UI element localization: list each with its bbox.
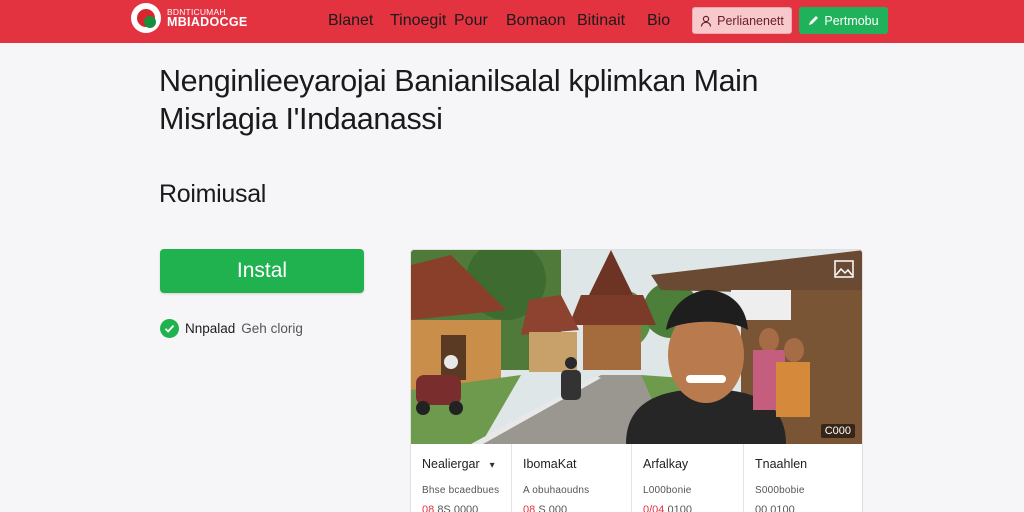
user-icon <box>701 15 712 27</box>
detail-subtext: L000bonie <box>643 485 692 496</box>
verified-subtext: Geh clorig <box>241 320 303 336</box>
login-button[interactable]: Perlianenett <box>692 7 792 34</box>
register-button[interactable]: Pertmobu <box>799 7 888 34</box>
install-button[interactable]: Instal <box>160 249 364 293</box>
detail-label: Nealiergar ▾ <box>422 457 495 471</box>
page-title-line-2: Misrlagia I'Indaanassi <box>159 102 443 136</box>
detail-subtext: A obuhaoudns <box>523 485 590 496</box>
image-icon[interactable] <box>834 260 854 278</box>
detail-column-2[interactable]: IbomaKat A obuhaoudns 08 S 000 <box>511 444 631 512</box>
top-nav-bar: BDNTICUMAH MBIADOCGE Blanet Tinoegit Pou… <box>0 0 1024 43</box>
detail-value: 08 8S 0000 <box>422 504 479 512</box>
verified-status: Nnpalad Geh clorig <box>160 318 303 338</box>
register-label: Pertmobu <box>824 13 879 28</box>
nav-link-6[interactable]: Bio <box>647 12 670 30</box>
detail-column-1[interactable]: Nealiergar ▾ Bhse bcaedbues 08 8S 0000 <box>411 444 511 512</box>
check-circle-icon <box>160 318 179 338</box>
chevron-down-icon[interactable]: ▾ <box>490 460 495 471</box>
detail-label: Arfalkay <box>643 457 689 471</box>
photo-count-badge: C000 <box>820 424 855 438</box>
logo-name: MBIADOCGE <box>167 15 248 29</box>
brand-logo[interactable]: BDNTICUMAH MBIADOCGE <box>131 3 247 33</box>
section-title: Roimiusal <box>159 180 267 208</box>
village-photo[interactable]: C000 <box>411 250 862 444</box>
detail-subtext: S000bobie <box>755 485 805 496</box>
login-label: Perlianenett <box>717 13 784 28</box>
listing-card: C000 Nealiergar ▾ Bhse bcaedbues 08 8S 00… <box>410 249 863 512</box>
nav-link-1[interactable]: Blanet <box>328 12 373 30</box>
page-title-line-1: Nenginlieeyarojai Banianilsalal kplimkan… <box>159 64 759 98</box>
nav-link-4[interactable]: Bomaon <box>506 12 566 30</box>
nav-link-2[interactable]: Tinoegit <box>390 12 446 30</box>
detail-value: 0/04 0100 <box>643 504 692 512</box>
detail-column-3[interactable]: Arfalkay L000bonie 0/04 0100 <box>631 444 743 512</box>
detail-value: 00 0100 <box>755 504 795 512</box>
detail-label: Tnaahlen <box>755 457 808 471</box>
logo-text: BDNTICUMAH MBIADOCGE <box>167 7 248 29</box>
pencil-icon <box>809 16 819 25</box>
detail-label: IbomaKat <box>523 457 577 471</box>
verified-label: Nnpalad <box>185 320 236 336</box>
logo-icon <box>131 3 161 33</box>
nav-link-3[interactable]: Pour <box>454 12 488 30</box>
details-row: Nealiergar ▾ Bhse bcaedbues 08 8S 0000 Ib… <box>411 444 862 512</box>
detail-value: 08 S 000 <box>523 504 568 512</box>
detail-column-4[interactable]: Tnaahlen S000bobie 00 0100 <box>743 444 862 512</box>
page-title: Nenginlieeyarojai Banianilsalal kplimkan… <box>159 62 879 138</box>
nav-link-5[interactable]: Bitinait <box>577 12 625 30</box>
detail-subtext: Bhse bcaedbues <box>422 485 500 496</box>
